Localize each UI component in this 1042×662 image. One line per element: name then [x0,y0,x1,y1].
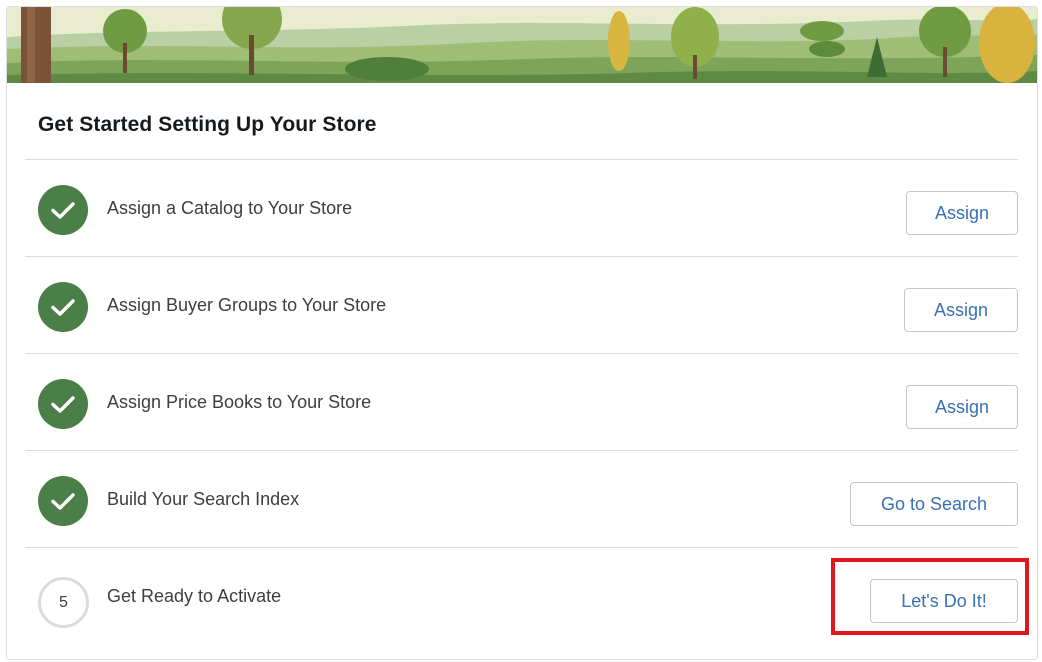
step-number-badge: 5 [38,577,89,628]
step-label: Assign Price Books to Your Store [107,392,372,412]
checkmark-icon [38,185,88,235]
assign-catalog-button[interactable]: Assign [906,191,1018,235]
page-title: Get Started Setting Up Your Store [38,113,377,136]
step-label: Get Ready to Activate [107,586,282,606]
setup-card: Get Started Setting Up Your Store Assign… [6,6,1038,660]
lets-do-it-button[interactable]: Let's Do It! [870,579,1018,623]
step-row-get-ready-to-activate: 5 Get Ready to Activate Let's Do It! [25,548,1018,644]
checkmark-icon [38,476,88,526]
step-row-assign-buyer-groups: Assign Buyer Groups to Your Store Assign [25,257,1018,353]
checkmark-icon [38,379,88,429]
step-row-assign-catalog: Assign a Catalog to Your Store Assign [25,160,1018,256]
assign-price-books-button[interactable]: Assign [906,385,1018,429]
step-row-build-search-index: Build Your Search Index Go to Search [25,451,1018,547]
assign-buyer-groups-button[interactable]: Assign [904,288,1018,332]
checkmark-icon [38,282,88,332]
step-row-assign-price-books: Assign Price Books to Your Store Assign [25,354,1018,450]
step-label: Build Your Search Index [107,489,300,509]
landscape-banner-illustration [7,7,1037,83]
step-label: Assign a Catalog to Your Store [107,198,353,218]
go-to-search-button[interactable]: Go to Search [850,482,1018,526]
step-label: Assign Buyer Groups to Your Store [107,295,387,315]
